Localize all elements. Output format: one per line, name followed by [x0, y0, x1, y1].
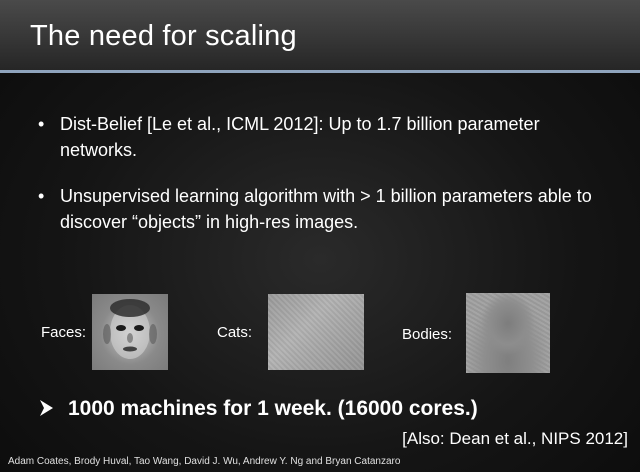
bullet-icon: • — [38, 186, 45, 206]
reference-text: [Also: Dean et al., NIPS 2012] — [402, 429, 628, 448]
bullet-icon: • — [38, 114, 45, 134]
footer-authors: Adam Coates, Brody Huval, Tao Wang, Davi… — [8, 456, 401, 467]
cats-label: Cats: — [217, 324, 253, 341]
bullet-item: • Unsupervised learning algorithm with >… — [38, 183, 628, 237]
face-feature-image — [92, 294, 168, 370]
slide-title: The need for scaling — [30, 20, 297, 52]
title-divider — [0, 70, 640, 73]
cat-feature-image — [268, 294, 364, 370]
title-bar: The need for scaling — [0, 0, 640, 70]
bodies-label: Bodies: — [402, 326, 453, 343]
face-visualization — [103, 299, 157, 359]
highlight-row: 1000 machines for 1 week. (16000 cores.) — [38, 397, 478, 423]
arrow-bullet-icon — [38, 399, 58, 423]
bullet-item: • Dist-Belief [Le et al., ICML 2012]: Up… — [38, 111, 628, 165]
highlight-text: 1000 machines for 1 week. (16000 cores.) — [68, 397, 478, 420]
slide: The need for scaling • Dist-Belief [Le e… — [0, 0, 640, 472]
bullet-text: Unsupervised learning algorithm with > 1… — [60, 186, 592, 232]
body-feature-image — [466, 293, 550, 373]
bullet-text: Dist-Belief [Le et al., ICML 2012]: Up t… — [60, 114, 540, 160]
faces-label: Faces: — [41, 324, 87, 341]
